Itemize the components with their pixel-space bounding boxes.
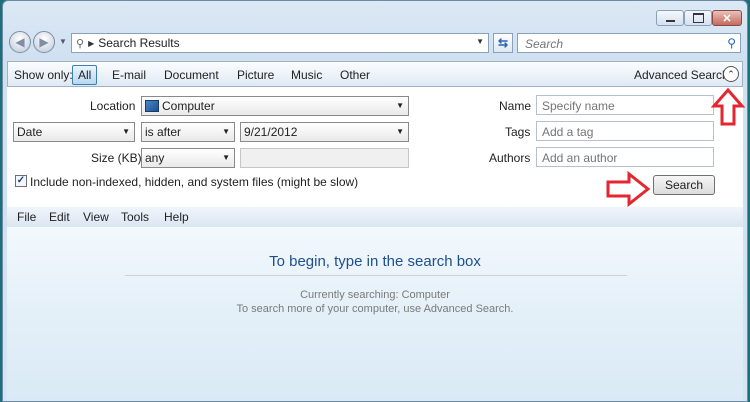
date-field-dropdown[interactable]: Date ▼ [13,122,135,142]
chevron-up-icon: ⌃ [727,68,735,79]
results-pane: To begin, type in the search box Current… [7,227,743,401]
currently-searching-text: Currently searching: Computer [300,289,450,301]
menu-view[interactable]: View [83,210,109,224]
checkmark-icon: ✓ [16,175,26,186]
menu-tools[interactable]: Tools [121,210,149,224]
date-condition-dropdown[interactable]: is after ▼ [141,122,235,142]
date-field-value: Date [17,125,43,139]
name-field[interactable] [536,95,714,115]
filter-music[interactable]: Music [291,68,322,82]
chevron-down-icon: ▼ [222,153,230,162]
maximize-button[interactable] [684,10,712,26]
forward-button[interactable]: ▶ [33,31,55,53]
date-value: 9/21/2012 [244,125,298,139]
location-dropdown[interactable]: Computer ▼ [141,96,409,116]
menu-bar: File Edit View Tools Help [7,207,743,227]
refresh-icon: ⇆ [497,36,509,50]
name-input[interactable] [540,97,712,115]
search-folder-icon: ⚲ [76,37,85,50]
divider [125,275,627,276]
minimize-icon [665,19,675,22]
chevron-down-icon: ▼ [122,127,130,136]
name-label: Name [499,99,532,113]
location-label: Location [90,99,136,113]
refresh-button[interactable]: ⇆ [493,33,513,53]
filter-picture[interactable]: Picture [237,68,274,82]
size-condition-dropdown[interactable]: any ▼ [141,148,235,168]
address-path: Search Results [98,36,180,50]
chevron-down-icon: ▼ [222,127,230,136]
close-button[interactable]: ✕ [712,10,742,26]
filter-other[interactable]: Other [340,68,370,82]
include-nonindexed-label: Include non-indexed, hidden, and system … [30,175,359,189]
show-only-label: Show only: [14,68,73,82]
show-only-bar: Show only: All E-mail Document Picture M… [7,61,743,87]
chevron-down-icon: ▼ [396,127,404,136]
filter-document[interactable]: Document [164,68,219,82]
search-window: ✕ ◀ ▶ ▼ ⚲ ▶ Search Results ▼ ⇆ ⚲ Show on… [2,0,748,402]
menu-edit[interactable]: Edit [49,210,70,224]
tags-field[interactable] [536,121,714,141]
title-bar: ✕ [3,1,747,29]
back-button[interactable]: ◀ [9,31,31,53]
search-input[interactable] [523,35,717,53]
address-bar[interactable]: ⚲ ▶ Search Results ▼ [71,33,489,53]
size-label: Size (KB) [91,151,142,165]
advanced-search-link[interactable]: Advanced Search [634,68,729,82]
filter-email[interactable]: E-mail [112,68,146,82]
empty-state-heading: To begin, type in the search box [269,253,481,270]
address-dropdown-icon[interactable]: ▼ [476,37,484,46]
authors-input[interactable] [540,149,712,167]
annotation-arrow-right-icon [606,171,651,207]
search-box[interactable]: ⚲ [517,33,741,53]
include-nonindexed-checkbox[interactable]: ✓ [15,175,27,187]
search-button[interactable]: Search [653,175,715,195]
authors-field[interactable] [536,147,714,167]
date-condition-value: is after [145,125,182,139]
menu-file[interactable]: File [17,210,36,224]
annotation-arrow-up-icon [711,87,745,126]
recent-pages-dropdown[interactable]: ▼ [59,37,67,46]
advanced-search-toggle[interactable]: ⌃ [723,66,739,82]
magnifier-icon[interactable]: ⚲ [727,36,736,50]
maximize-icon [692,13,704,23]
menu-help[interactable]: Help [164,210,189,224]
date-value-picker[interactable]: 9/21/2012 ▼ [240,122,409,142]
advanced-hint-text: To search more of your computer, use Adv… [236,303,514,315]
filter-all[interactable]: All [72,65,98,85]
authors-label: Authors [489,151,531,165]
breadcrumb-separator-icon: ▶ [88,38,95,48]
forward-arrow-icon: ▶ [39,35,49,49]
tags-label: Tags [505,125,531,139]
tags-input[interactable] [540,123,712,141]
computer-icon [145,100,159,112]
size-value: any [145,151,165,165]
chevron-down-icon: ▼ [396,101,404,110]
close-icon: ✕ [722,12,732,25]
address-toolbar: ◀ ▶ ▼ ⚲ ▶ Search Results ▼ ⇆ ⚲ [3,29,747,59]
location-value: Computer [162,99,215,113]
back-arrow-icon: ◀ [15,35,25,49]
size-value-field [240,148,409,168]
minimize-button[interactable] [656,10,684,26]
